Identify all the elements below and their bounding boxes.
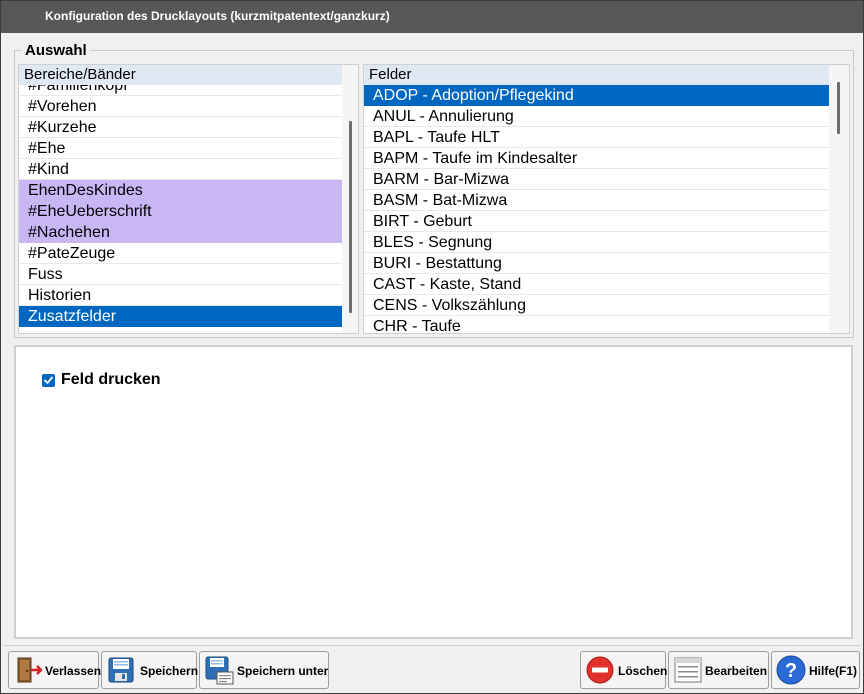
bands-list[interactable]: #Familienkopf #Vorehen #Kurzehe #Ehe #Kind Eh… bbox=[18, 64, 359, 334]
band-list-row[interactable]: #PateZeuge bbox=[19, 243, 343, 264]
help-button-label: Hilfe(F1) bbox=[809, 664, 857, 678]
fields-list-rows: ADOP - Adoption/Pflegekind ANUL - Annulie… bbox=[364, 85, 830, 333]
field-list-row[interactable]: CAST - Kaste, Stand bbox=[364, 274, 829, 295]
svg-text:?: ? bbox=[785, 660, 797, 682]
field-list-row[interactable]: ANUL - Annulierung bbox=[364, 106, 829, 127]
save-as-button[interactable]: Speichern unter bbox=[199, 651, 329, 689]
floppy-disk-save-as-icon bbox=[205, 656, 234, 685]
field-list-row[interactable]: CHR - Taufe bbox=[364, 316, 829, 333]
title-bar[interactable]: Konfiguration des Drucklayouts (kurzmitp… bbox=[1, 1, 863, 33]
band-list-row[interactable]: #Kurzehe bbox=[19, 117, 343, 138]
field-list-row[interactable]: BAPM - Taufe im Kindesalter bbox=[364, 148, 829, 169]
field-list-row[interactable]: BURI - Bestattung bbox=[364, 253, 829, 274]
help-question-icon: ? bbox=[776, 655, 806, 685]
band-list-row[interactable]: Fuss bbox=[19, 264, 343, 285]
field-options-panel: Feld drucken bbox=[14, 345, 853, 639]
exit-button-label: Verlassen bbox=[45, 664, 102, 678]
field-list-row[interactable]: BAPL - Taufe HLT bbox=[364, 127, 829, 148]
fields-list-scroll-thumb[interactable] bbox=[837, 82, 840, 134]
band-list-row[interactable]: Historien bbox=[19, 285, 343, 306]
band-list-row[interactable]: #Ehe bbox=[19, 138, 343, 159]
band-list-row[interactable]: #Kind bbox=[19, 159, 343, 180]
bands-list-header: Bereiche/Bänder bbox=[19, 65, 343, 85]
field-list-row[interactable]: CENS - Volkszählung bbox=[364, 295, 829, 316]
field-list-row[interactable]: BARM - Bar-Mizwa bbox=[364, 169, 829, 190]
delete-button[interactable]: Löschen bbox=[580, 651, 668, 689]
field-list-row[interactable]: BLES - Segnung bbox=[364, 232, 829, 253]
dialog-window: Konfiguration des Drucklayouts (kurzmitp… bbox=[0, 0, 864, 694]
fields-list[interactable]: ADOP - Adoption/Pflegekind ANUL - Annulie… bbox=[363, 64, 850, 334]
groupbox-legend: Auswahl bbox=[22, 42, 90, 59]
fields-list-scrollbar[interactable] bbox=[829, 65, 849, 333]
bands-list-rows: #Familienkopf #Vorehen #Kurzehe #Ehe #Kind Eh… bbox=[19, 85, 343, 333]
save-button-label: Speichern bbox=[140, 664, 199, 678]
band-list-row[interactable]: #Nachehen bbox=[19, 222, 343, 243]
print-field-checkbox[interactable] bbox=[42, 374, 55, 387]
save-button[interactable]: Speichern bbox=[101, 651, 199, 689]
band-list-row[interactable]: #EheUeberschrift bbox=[19, 201, 343, 222]
field-list-row[interactable]: BASM - Bat-Mizwa bbox=[364, 190, 829, 211]
edit-list-icon bbox=[674, 657, 702, 683]
help-button[interactable]: ? Hilfe(F1) bbox=[771, 651, 860, 689]
print-field-label[interactable]: Feld drucken bbox=[61, 371, 161, 389]
band-list-row[interactable]: EhenDesKindes bbox=[19, 180, 343, 201]
save-as-button-label: Speichern unter bbox=[237, 664, 329, 678]
field-list-row[interactable]: ADOP - Adoption/Pflegekind bbox=[364, 85, 829, 106]
bands-list-scroll-thumb[interactable] bbox=[349, 121, 352, 313]
window-title: Konfiguration des Drucklayouts (kurzmitp… bbox=[45, 9, 390, 23]
band-list-row[interactable]: Zusatzfelder bbox=[19, 306, 343, 327]
edit-button[interactable]: Bearbeiten bbox=[668, 651, 769, 689]
fields-list-header: Felder bbox=[364, 65, 829, 85]
band-list-row[interactable]: #Familienkopf bbox=[19, 85, 343, 96]
floppy-disk-icon bbox=[108, 657, 134, 683]
bands-list-scrollbar[interactable] bbox=[342, 65, 358, 333]
delete-button-label: Löschen bbox=[618, 664, 668, 678]
bottom-separator bbox=[3, 645, 861, 646]
delete-icon bbox=[586, 656, 614, 684]
field-list-row[interactable]: BIRT - Geburt bbox=[364, 211, 829, 232]
exit-door-icon bbox=[17, 657, 43, 683]
edit-button-label: Bearbeiten bbox=[705, 664, 768, 678]
checkmark-icon bbox=[44, 376, 53, 384]
band-list-row[interactable]: #Vorehen bbox=[19, 96, 343, 117]
exit-button[interactable]: Verlassen bbox=[8, 651, 102, 689]
